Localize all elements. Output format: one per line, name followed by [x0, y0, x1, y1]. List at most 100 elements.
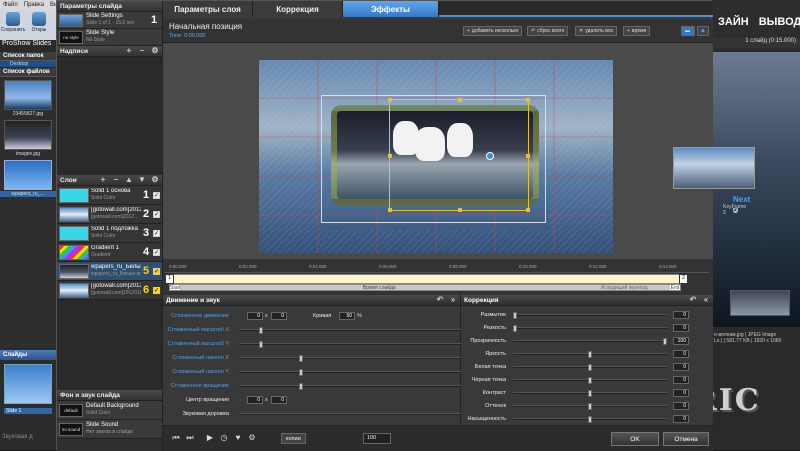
first-frame-icon[interactable]: ⏮ — [171, 433, 181, 443]
layer-row[interactable]: Gradient 1 Gradient 4 ✓ — [57, 243, 162, 262]
resize-handle[interactable] — [388, 98, 392, 102]
resize-handle[interactable] — [526, 98, 530, 102]
default-background-row[interactable]: default Default Background Solid Color — [57, 401, 162, 420]
open-button[interactable]: Откры — [28, 12, 50, 38]
blur-slider[interactable] — [513, 311, 667, 319]
add-several-button[interactable]: + добавить несколько — [463, 26, 523, 36]
add-label-icon[interactable]: + — [125, 47, 133, 55]
rotation-slider[interactable] — [239, 382, 479, 390]
cancel-button[interactable]: Отмена — [663, 432, 709, 446]
saturation-slider[interactable] — [513, 415, 667, 423]
gear-icon[interactable]: ⚙ — [151, 176, 159, 184]
reset-all-button[interactable]: ↶ сброс всего — [527, 26, 569, 36]
last-frame-icon[interactable]: ⏭ — [185, 433, 195, 443]
black-point-slider[interactable] — [513, 376, 667, 384]
keyframe-timeline: 0:00.000 0:02.000 0:04.000 0:06.000 0:08.000… — [163, 259, 713, 295]
motion-x-input[interactable]: 0 — [247, 311, 263, 320]
layer-row[interactable]: Solid 1 подложка Solid Color 3 ✓ — [57, 224, 162, 243]
resize-handle[interactable] — [388, 208, 392, 212]
sharpen-slider[interactable] — [513, 324, 667, 332]
tilt-x-slider[interactable] — [239, 354, 479, 362]
app-toolbar: Сохранить Откры — [0, 10, 60, 40]
slide-settings-row[interactable]: Slide Settings Slide 1 of 1 - 15.0 sec 1 — [57, 12, 162, 29]
tilt-y-slider[interactable] — [239, 368, 479, 376]
clock-icon[interactable]: ◷ — [219, 433, 229, 443]
slide-params-header: Параметры слайда — [57, 1, 162, 12]
layer-row[interactable]: [gotowall.com]20120...[gotowall.com]2012… — [57, 281, 162, 300]
open-icon — [32, 12, 46, 26]
delete-all-button[interactable]: ✕ удалить все — [575, 26, 618, 36]
gear-icon[interactable]: ⚙ — [151, 47, 159, 55]
save-button[interactable]: Сохранить — [1, 12, 25, 38]
copy-button[interactable]: копии — [281, 433, 306, 444]
slide-thumbnail[interactable] — [4, 364, 52, 404]
tab-correction[interactable]: Коррекция — [253, 1, 343, 17]
view-toggle-button[interactable]: ▬ — [681, 26, 695, 36]
menu-file[interactable]: Файл — [3, 2, 18, 8]
tab-effects[interactable]: Эффекты — [343, 1, 439, 17]
menu-edit[interactable]: Правка — [24, 2, 44, 8]
file-thumb[interactable] — [4, 80, 52, 110]
layer-visible-checkbox[interactable]: ✓ — [153, 191, 160, 199]
back-icon[interactable]: « — [702, 296, 710, 304]
keyframe-marker[interactable]: 1 — [165, 274, 174, 284]
heart-icon[interactable]: ♥ — [233, 433, 243, 443]
contrast-slider[interactable] — [513, 389, 667, 397]
center-marker-icon[interactable] — [486, 152, 494, 160]
undo-icon[interactable]: ↶ — [436, 296, 444, 304]
play-icon[interactable]: ▶ — [205, 433, 215, 443]
forward-icon[interactable]: » — [449, 296, 457, 304]
hue-slider[interactable] — [513, 402, 667, 410]
fon-header: Фон и звук слайда — [57, 390, 162, 401]
scale-x-slider[interactable] — [239, 326, 479, 334]
tab-output[interactable]: ВЫВОД — [759, 16, 800, 28]
remove-label-icon[interactable]: – — [138, 47, 146, 55]
layer-row-selected[interactable]: wpapers_ru_Белые-...wpapers_ru_Белые-ко.… — [57, 262, 162, 281]
selection-box[interactable] — [388, 98, 530, 212]
timeline-ruler: 0:00.000 0:02.000 0:04.000 0:06.000 0:08.000… — [165, 264, 709, 273]
scale-y-slider[interactable] — [239, 340, 479, 348]
slide-style-row[interactable]: no style Slide Style No Style — [57, 29, 162, 46]
file-thumb[interactable] — [4, 120, 52, 150]
add-layer-icon[interactable]: + — [99, 176, 107, 184]
resize-handle[interactable] — [458, 208, 462, 212]
undo-icon[interactable]: ↶ — [689, 296, 697, 304]
curve-input[interactable]: 50 — [339, 311, 355, 320]
resize-handle[interactable] — [388, 154, 392, 158]
slide-sound-row[interactable]: no sound Slide Sound Нет звуков в слайде — [57, 420, 162, 439]
next-keyframe-thumb[interactable] — [673, 147, 755, 189]
resize-handle[interactable] — [526, 208, 530, 212]
folder-item-desktop[interactable]: Desktop — [0, 61, 56, 67]
move-down-icon[interactable]: ▼ — [138, 176, 146, 184]
layer-visible-checkbox[interactable]: ✓ — [153, 229, 160, 237]
tab-design[interactable]: ЗАЙН — [718, 16, 749, 28]
resize-handle[interactable] — [458, 98, 462, 102]
file-thumb-selected[interactable] — [4, 160, 52, 190]
ok-button[interactable]: OK — [611, 432, 659, 446]
gear-icon[interactable]: ⚙ — [247, 433, 257, 443]
motion-y-input[interactable]: 0 — [271, 311, 287, 320]
brightness-slider[interactable] — [513, 350, 667, 358]
timeline-track[interactable] — [169, 274, 681, 284]
marker-button[interactable]: ◆ — [697, 26, 709, 36]
tab-layer-params[interactable]: Параметры слоя — [163, 1, 253, 17]
zoom-input[interactable]: 100 — [363, 433, 391, 444]
layer-visible-checkbox[interactable]: ✓ — [153, 248, 160, 256]
layer-row[interactable]: [gotowall.com]2012...[gotowall.com]2012.… — [57, 205, 162, 224]
remove-layer-icon[interactable]: – — [112, 176, 120, 184]
white-point-slider[interactable] — [513, 363, 667, 371]
timeline-tick-label: 0:02.000 — [239, 264, 257, 269]
layer-visible-checkbox[interactable]: ✓ — [153, 210, 160, 218]
layer-visible-checkbox[interactable]: ✓ — [153, 286, 160, 294]
slides-tab[interactable]: Слайды — [0, 350, 56, 360]
next-keyframe-label: KeyFrame 2 — [723, 204, 747, 216]
keyframe-marker[interactable]: 2 — [679, 274, 688, 284]
layer-row[interactable]: Solid 1 основа Solid Color 1 ✓ — [57, 186, 162, 205]
time-button[interactable]: + время — [623, 26, 651, 36]
resize-handle[interactable] — [526, 154, 530, 158]
opacity-slider[interactable] — [513, 337, 667, 345]
preview-canvas[interactable]: Next 2 KeyFrame 2 — [163, 43, 755, 259]
sound-track-slider[interactable] — [239, 410, 479, 418]
move-up-icon[interactable]: ▲ — [125, 176, 133, 184]
layer-visible-checkbox[interactable]: ✓ — [153, 267, 160, 275]
